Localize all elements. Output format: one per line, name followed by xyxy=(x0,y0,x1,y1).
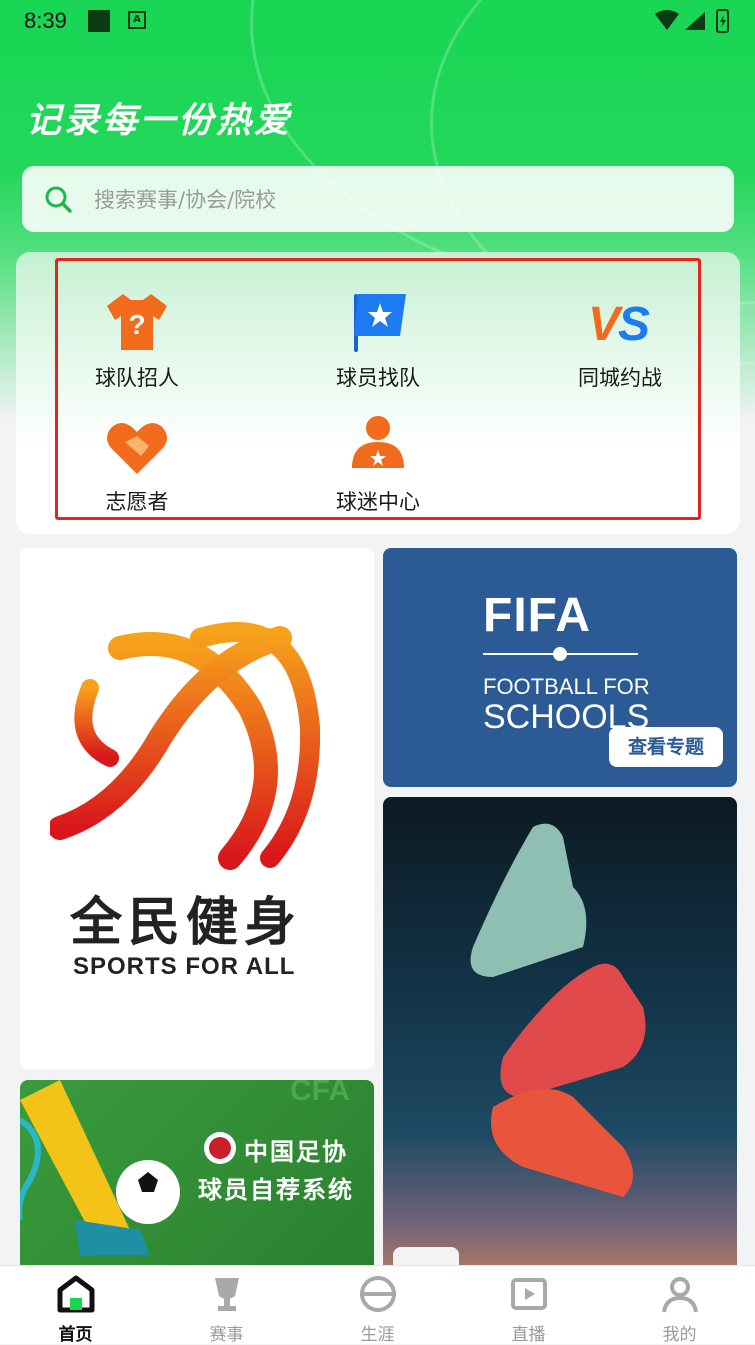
notification-icon xyxy=(88,10,110,32)
svg-text:S: S xyxy=(618,298,650,351)
app-notification-icon: A xyxy=(128,11,146,29)
shortcut-fan-center[interactable]: 球迷中心 xyxy=(298,412,458,522)
banner-sports-for-all[interactable]: 全民健身 SPORTS FOR ALL xyxy=(20,548,374,1069)
shortcut-team-recruit[interactable]: ? 球队招人 xyxy=(57,288,217,398)
nav-label: 生涯 xyxy=(360,1325,395,1345)
signal-battery-icon xyxy=(655,9,729,33)
nav-label: 直播 xyxy=(511,1325,546,1345)
boots-image xyxy=(393,823,646,1277)
cfa-subtitle: 球员自荐系统 xyxy=(198,1176,354,1204)
cfa-title: 中国足协 xyxy=(244,1138,348,1166)
svg-text:CFA: CFA xyxy=(290,1080,350,1107)
shortcut-local-match[interactable]: V S 同城约战 xyxy=(540,288,700,398)
heart-hands-icon xyxy=(107,423,167,474)
banner-cfa-player-system[interactable]: CFA 中国足协 球员自荐系统 xyxy=(20,1080,374,1277)
nav-me[interactable]: 我的 xyxy=(604,1266,755,1345)
ball-dot-icon xyxy=(553,647,567,661)
svg-text:?: ? xyxy=(128,309,145,340)
bottom-nav: 首页 赛事 生涯 直播 我的 xyxy=(0,1265,755,1345)
sports-for-all-logo xyxy=(50,622,321,870)
banner-fifa-schools[interactable]: FIFA FOOTBALL FOR SCHOOLS 查看专题 xyxy=(383,548,737,787)
home-icon xyxy=(57,1275,95,1313)
shirt-question-icon: ? xyxy=(107,294,167,350)
shortcut-label: 球员找队 xyxy=(336,366,420,390)
status-time: 8:39 xyxy=(24,8,67,33)
status-bar: 8:39 A xyxy=(0,0,755,44)
nav-label: 赛事 xyxy=(209,1325,244,1345)
shortcut-label: 球队招人 xyxy=(95,366,179,390)
shortcut-label: 同城约战 xyxy=(578,366,662,390)
nav-home[interactable]: 首页 xyxy=(0,1266,151,1345)
trophy-icon xyxy=(215,1278,239,1311)
fan-person-icon xyxy=(352,416,404,468)
sports-for-all-title-cn: 全民健身 xyxy=(70,892,303,953)
fifa-logo-text: FIFA xyxy=(483,589,591,642)
fifa-subtitle-1: FOOTBALL FOR xyxy=(483,674,650,699)
vs-icon: V S xyxy=(588,298,650,351)
nav-label: 首页 xyxy=(58,1325,93,1345)
app-slogan: 记录每一份热爱 xyxy=(26,101,293,141)
nav-live[interactable]: 直播 xyxy=(453,1266,604,1345)
shortcut-volunteer[interactable]: 志愿者 xyxy=(57,412,217,522)
sports-for-all-title-en: SPORTS FOR ALL xyxy=(73,953,296,980)
nav-career[interactable]: 生涯 xyxy=(302,1266,453,1345)
play-icon xyxy=(511,1278,547,1310)
ball-icon xyxy=(360,1276,396,1312)
shortcut-label: 球迷中心 xyxy=(336,490,420,514)
nav-events[interactable]: 赛事 xyxy=(151,1266,302,1345)
shortcut-player-find-team[interactable]: 球员找队 xyxy=(298,288,458,398)
star-flag-icon xyxy=(354,294,406,352)
shortcut-label: 志愿者 xyxy=(105,490,169,514)
user-icon xyxy=(662,1277,698,1313)
search-bar[interactable]: 搜索赛事/协会/院校 xyxy=(22,166,734,232)
nav-label: 我的 xyxy=(662,1325,697,1345)
search-placeholder[interactable]: 搜索赛事/协会/院校 xyxy=(94,184,276,214)
view-topic-button[interactable]: 查看专题 xyxy=(609,727,723,767)
search-icon xyxy=(45,186,72,213)
banner-football-boots[interactable] xyxy=(383,797,737,1277)
